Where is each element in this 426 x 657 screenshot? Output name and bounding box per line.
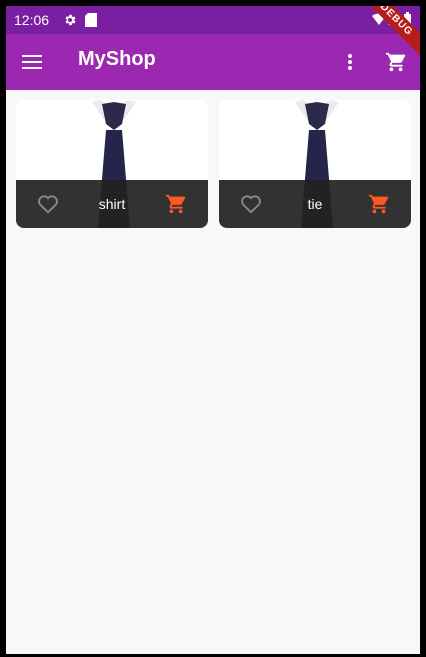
menu-icon[interactable] xyxy=(20,50,44,74)
phone-screen: 12:06 MyShop DEBUG shirt tie xyxy=(6,6,420,654)
cart-icon[interactable] xyxy=(367,192,391,216)
settings-icon xyxy=(63,13,77,27)
product-footer: tie xyxy=(219,180,411,228)
app-bar: MyShop xyxy=(6,34,420,90)
cart-icon[interactable] xyxy=(164,192,188,216)
product-tile[interactable]: shirt xyxy=(16,100,208,228)
app-title: MyShop xyxy=(78,48,156,70)
shopping-cart-icon[interactable] xyxy=(384,50,408,74)
product-footer: shirt xyxy=(16,180,208,228)
product-tile[interactable]: tie xyxy=(219,100,411,228)
more-vert-icon[interactable] xyxy=(338,50,362,74)
sd-card-icon xyxy=(85,13,98,27)
status-bar: 12:06 xyxy=(6,6,420,34)
status-time: 12:06 xyxy=(14,12,50,28)
